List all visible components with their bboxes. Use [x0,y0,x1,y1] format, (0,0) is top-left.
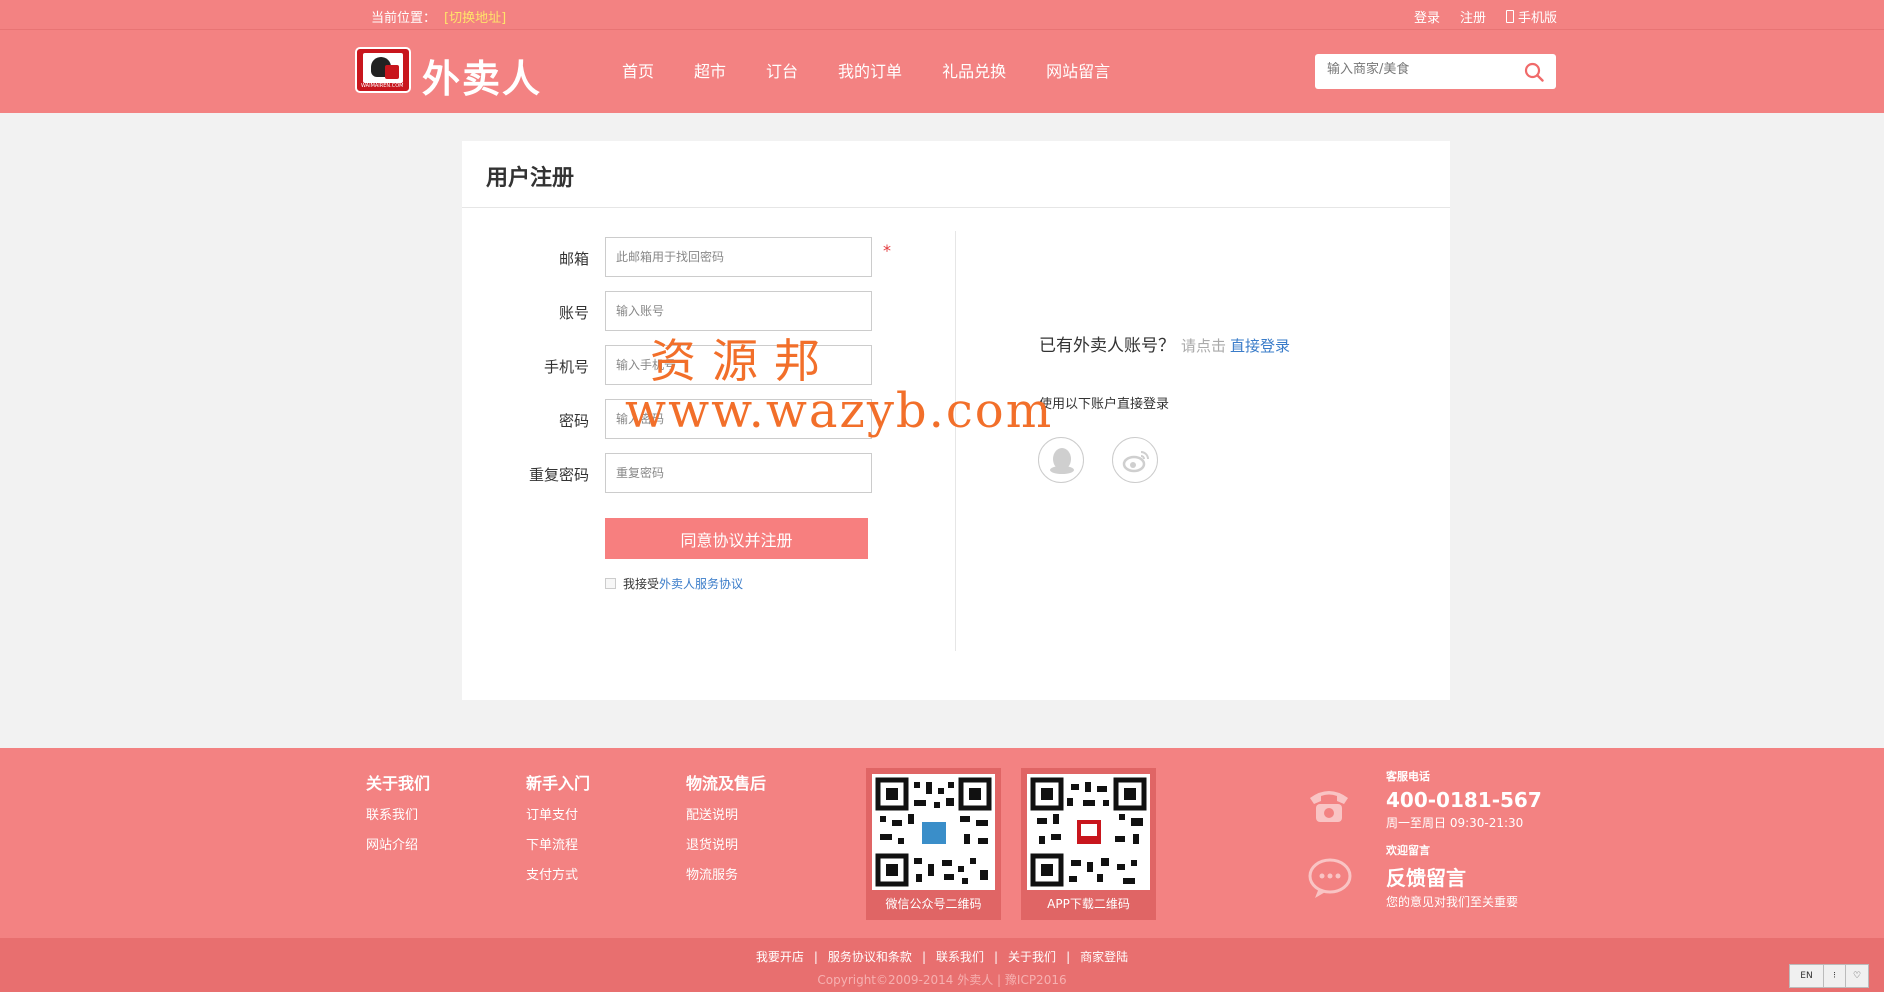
footer-link[interactable]: 物流服务 [686,864,766,883]
login-link[interactable]: 登录 [1414,7,1440,26]
footer-link[interactable]: 下单流程 [526,834,590,853]
footer-column-logistics: 物流及售后 配送说明 退货说明 物流服务 [686,770,766,894]
footer-link[interactable]: 网站介绍 [366,834,430,853]
footer-column-newbie: 新手入门 订单支付 下单流程 支付方式 [526,770,590,894]
page-title: 用户注册 [486,166,575,191]
app-qr: APP下载二维码 [1021,768,1156,920]
search-icon[interactable] [1524,62,1544,82]
bottom-link-contact[interactable]: 联系我们 [936,950,984,964]
qq-login-button[interactable] [1038,437,1084,483]
footer: 关于我们 联系我们 网站介绍 新手入门 订单支付 下单流程 支付方式 物流及售后… [0,748,1884,938]
agree-prefix: 我接受 [623,577,660,591]
footer-link[interactable]: 联系我们 [366,804,430,823]
phone-icon [1310,791,1348,822]
watermark-line1: 资源邦 [650,334,836,388]
nav-supermarket[interactable]: 超市 [694,58,726,82]
feedback: 欢迎留言 反馈留言 您的意见对我们至关重要 [1386,842,1518,910]
app-qr-caption: APP下载二维码 [1047,897,1130,911]
password-label: 密码 [558,412,589,430]
ime-language[interactable]: EN [1790,965,1824,987]
direct-login-link[interactable]: 直接登录 [1230,337,1290,355]
logo-tag: WAIMAIREN.COM [361,83,404,89]
footer-heading: 物流及售后 [686,774,767,793]
service-phone: 400-0181-567 [1386,788,1542,812]
mobile-version-link[interactable]: 手机版 [1506,7,1557,26]
click-hint: 请点击 [1181,337,1227,355]
search-box [1315,54,1556,89]
top-links: 登录 注册 手机版 [1414,7,1557,26]
has-account-label: 已有外卖人账号？ [1039,336,1175,356]
has-account-text: 已有外卖人账号？ 请点击 直接登录 [1039,331,1290,356]
other-login-label: 使用以下账户直接登录 [1039,397,1170,412]
header: WAIMAIREN.COM 外卖人 首页 超市 订台 我的订单 礼品兑换 网站留… [0,30,1884,113]
message-icon[interactable] [1305,854,1355,904]
watermark-line2: www.wazyb.com [625,383,1054,439]
email-row: 邮箱 * [462,237,942,277]
phone-label: 手机号 [543,358,589,376]
wechat-qr-code-icon [872,774,995,890]
bottom-bar: 我要开店 | 服务协议和条款 | 联系我们 | 关于我们 | 商家登陆 Copyright©20… [0,938,1884,992]
register-link[interactable]: 注册 [1460,7,1486,26]
ime-punct-icon[interactable]: ⁝ [1824,965,1846,987]
nav-my-orders[interactable]: 我的订单 [838,58,902,82]
footer-link[interactable]: 支付方式 [526,864,590,883]
repeat-password-label: 重复密码 [528,466,589,484]
logo-text[interactable]: 外卖人 [422,48,542,103]
footer-link[interactable]: 退货说明 [686,834,766,853]
required-mark: * [883,241,891,260]
nav-gift-exchange[interactable]: 礼品兑换 [942,58,1006,82]
top-bar: 当前位置： [切换地址] 登录 注册 手机版 [0,0,1884,30]
location: 当前位置： [切换地址] [371,7,506,26]
nav-booking[interactable]: 订台 [766,58,798,82]
bottom-link-terms[interactable]: 服务协议和条款 [828,950,912,964]
nav-home[interactable]: 首页 [622,58,654,82]
weibo-icon [1122,451,1149,473]
location-label: 当前位置： [371,11,437,26]
feedback-title[interactable]: 反馈留言 [1386,862,1518,891]
email-field[interactable] [605,237,872,277]
ime-toolbar: EN ⁝ ♡ [1789,964,1869,988]
bottom-link-open-store[interactable]: 我要开店 [756,950,804,964]
feedback-label: 欢迎留言 [1386,844,1430,857]
wechat-qr-caption: 微信公众号二维码 [885,897,982,911]
footer-heading: 新手入门 [526,774,591,793]
service-contact: 客服电话 400-0181-567 周一至周日 09:30-21:30 [1386,768,1542,831]
switch-address-link[interactable]: [切换地址] [444,11,506,26]
footer-link[interactable]: 配送说明 [686,804,766,823]
qq-icon [1050,448,1074,474]
footer-link[interactable]: 订单支付 [526,804,590,823]
footer-heading: 关于我们 [366,774,431,793]
repeat-password-field[interactable] [605,453,872,493]
email-label: 邮箱 [558,250,589,268]
app-qr-code-icon [1027,774,1150,890]
footer-column-about: 关于我们 联系我们 网站介绍 [366,770,430,864]
account-label: 账号 [558,304,589,322]
wechat-qr: 微信公众号二维码 [866,768,1001,920]
weibo-login-button[interactable] [1112,437,1158,483]
agreement: 我接受 外卖人服务协议 [605,575,743,592]
bottom-link-about[interactable]: 关于我们 [1008,950,1056,964]
title-divider [462,207,1450,208]
feedback-sub: 您的意见对我们至关重要 [1386,895,1519,909]
repeat-password-row: 重复密码 [462,453,942,493]
copyright: Copyright©2009-2014 外卖人 | 豫ICP2016 [817,973,1067,987]
search-input[interactable] [1327,62,1517,77]
vertical-divider [955,231,956,651]
bottom-links: 我要开店 | 服务协议和条款 | 联系我们 | 关于我们 | 商家登陆 [755,950,1129,964]
ime-heart-icon[interactable]: ♡ [1846,965,1868,987]
main-nav: 首页 超市 订台 我的订单 礼品兑换 网站留言 [622,58,1150,82]
bottom-link-merchant-login[interactable]: 商家登陆 [1080,950,1128,964]
agree-checkbox[interactable] [605,578,616,589]
service-hours: 周一至周日 09:30-21:30 [1386,816,1524,830]
agree-register-button[interactable]: 同意协议并注册 [605,518,868,559]
nav-guestbook[interactable]: 网站留言 [1046,58,1110,82]
service-label: 客服电话 [1386,770,1430,783]
service-agreement-link[interactable]: 外卖人服务协议 [659,575,743,592]
logo-icon[interactable]: WAIMAIREN.COM [355,47,411,93]
